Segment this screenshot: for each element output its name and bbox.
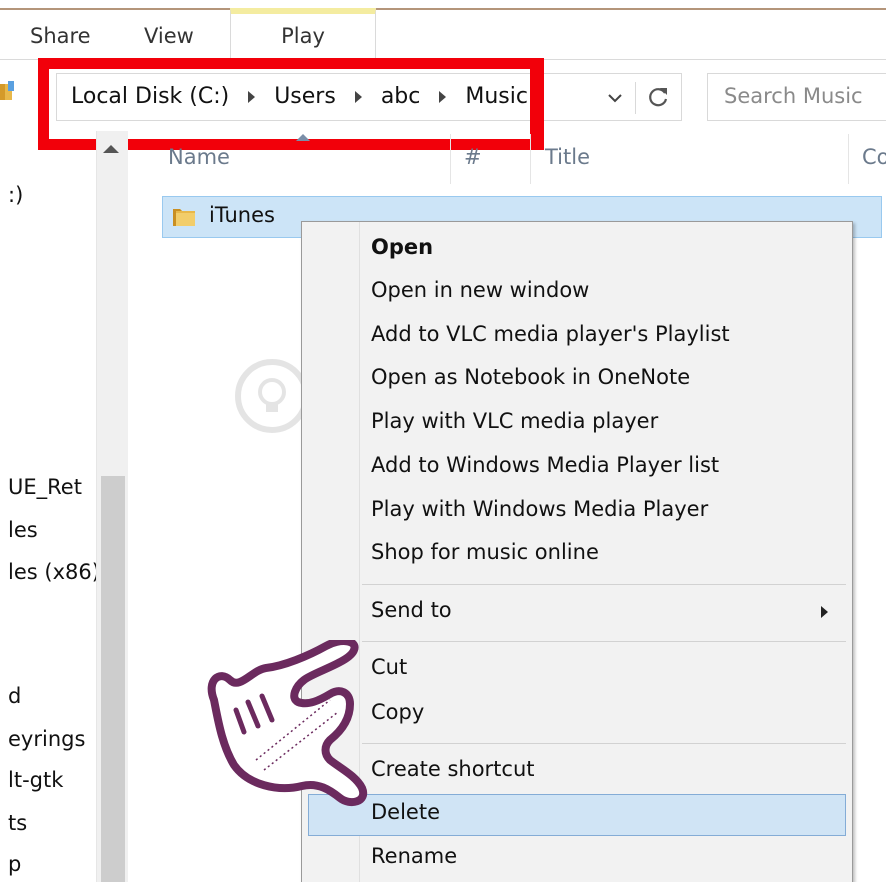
menu-item-label: Shop for music online — [371, 540, 599, 564]
menu-item-delete[interactable]: Delete — [308, 794, 846, 836]
menu-item-add-wmp-list[interactable]: Add to Windows Media Player list — [308, 447, 846, 489]
menu-item-open-new-window[interactable]: Open in new window — [308, 272, 846, 314]
nav-item[interactable]: UE_Ret — [8, 475, 82, 499]
menu-item-add-vlc-playlist[interactable]: Add to VLC media player's Playlist — [308, 316, 846, 358]
tab-share[interactable]: Share — [30, 24, 91, 48]
scroll-thumb[interactable] — [101, 476, 125, 882]
folder-icon — [0, 81, 14, 100]
sort-ascending-icon — [296, 134, 310, 141]
menu-item-open-onenote[interactable]: Open as Notebook in OneNote — [308, 359, 846, 401]
column-header-number[interactable]: # — [464, 145, 482, 169]
menu-item-rename[interactable]: Rename — [308, 838, 846, 880]
ribbon-tabs: Share View Play — [0, 8, 886, 61]
scroll-up-icon[interactable] — [103, 145, 119, 153]
pointing-hand-icon — [207, 640, 368, 807]
tab-play[interactable]: Play — [230, 8, 376, 61]
submenu-arrow-icon — [821, 606, 828, 618]
menu-item-play-vlc[interactable]: Play with VLC media player — [308, 403, 846, 445]
menu-separator — [362, 584, 846, 585]
nav-item[interactable]: les (x86) — [8, 560, 100, 584]
tab-view[interactable]: View — [144, 24, 194, 48]
file-name: iTunes — [209, 203, 275, 227]
menu-item-play-wmp[interactable]: Play with Windows Media Player — [308, 491, 846, 533]
lightbulb-logo-icon — [235, 359, 309, 433]
nav-scrollbar[interactable] — [96, 131, 128, 882]
search-input[interactable]: Search Music — [707, 73, 886, 121]
menu-item-open[interactable]: Open — [308, 229, 846, 271]
column-separator[interactable] — [450, 134, 451, 184]
menu-item-label: Send to — [371, 598, 452, 622]
menu-item-cut[interactable]: Cut — [308, 649, 846, 691]
folder-icon — [173, 209, 195, 226]
menu-item-create-shortcut[interactable]: Create shortcut — [308, 751, 846, 793]
menu-item-copy[interactable]: Copy — [308, 694, 846, 736]
nav-item[interactable]: :) — [8, 183, 23, 207]
column-header-name[interactable]: Name — [168, 145, 230, 169]
nav-item[interactable]: ts — [8, 811, 27, 835]
menu-item-label: Add to VLC media player's Playlist — [371, 322, 730, 346]
menu-item-label: Rename — [371, 844, 458, 868]
search-placeholder: Search Music — [724, 84, 863, 108]
menu-item-label: Open in new window — [371, 278, 590, 302]
menu-item-label: Play with Windows Media Player — [371, 497, 709, 521]
menu-item-send-to[interactable]: Send to — [308, 592, 846, 634]
menu-separator — [362, 743, 846, 744]
menu-item-label: Play with VLC media player — [371, 409, 659, 433]
menu-item-label: Copy — [371, 700, 425, 724]
menu-item-label: Create shortcut — [371, 757, 535, 781]
tab-play-label: Play — [281, 24, 325, 48]
refresh-icon[interactable] — [645, 84, 671, 110]
address-divider — [635, 82, 636, 114]
nav-item[interactable]: eyrings — [8, 727, 85, 751]
menu-item-shop-music[interactable]: Shop for music online — [308, 534, 846, 576]
menu-separator — [362, 641, 846, 642]
column-header-contributing[interactable]: Co — [862, 145, 886, 169]
menu-item-label: Add to Windows Media Player list — [371, 453, 720, 477]
menu-item-label: Cut — [371, 655, 408, 679]
chevron-down-icon[interactable] — [605, 88, 625, 108]
nav-item[interactable]: lt-gtk — [8, 768, 63, 792]
menu-item-label: Open as Notebook in OneNote — [371, 365, 691, 389]
window-top-border — [0, 0, 886, 10]
nav-item[interactable]: p — [8, 852, 21, 876]
column-separator[interactable] — [530, 134, 531, 184]
nav-item[interactable]: les — [8, 518, 38, 542]
nav-item[interactable]: d — [8, 684, 21, 708]
column-header-title[interactable]: Title — [545, 145, 590, 169]
menu-item-label: Open — [371, 235, 434, 259]
context-menu: Open Open in new window Add to VLC media… — [301, 221, 853, 882]
column-separator[interactable] — [848, 134, 849, 184]
menu-item-label: Delete — [371, 800, 440, 824]
